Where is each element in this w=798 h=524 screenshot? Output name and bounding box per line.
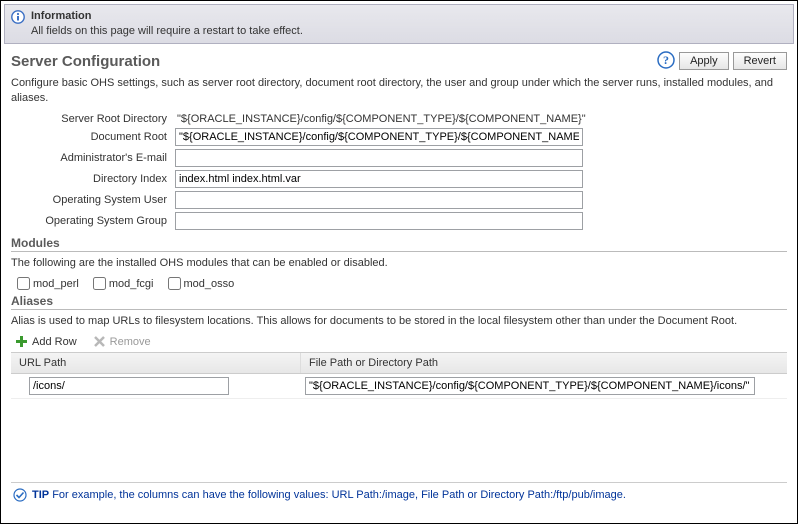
modules-note: The following are the installed OHS modu… [11, 256, 787, 271]
server-root-value: "${ORACLE_INSTANCE}/config/${COMPONENT_T… [175, 113, 583, 125]
form-grid: Server Root Directory "${ORACLE_INSTANCE… [11, 113, 787, 230]
page-header: Server Configuration ? Apply Revert [11, 51, 787, 72]
remove-button: Remove [93, 335, 151, 348]
mod-perl-label: mod_perl [33, 278, 79, 290]
mod-osso-label: mod_osso [184, 278, 235, 290]
alias-table-body[interactable] [11, 374, 787, 482]
svg-text:?: ? [663, 53, 669, 67]
tip-icon [13, 488, 27, 506]
document-root-input[interactable] [175, 128, 583, 146]
os-user-input[interactable] [175, 191, 583, 209]
info-icon [11, 10, 25, 27]
os-group-label: Operating System Group [11, 215, 169, 227]
help-icon[interactable]: ? [657, 51, 675, 72]
os-user-label: Operating System User [11, 194, 169, 206]
page-description: Configure basic OHS settings, such as se… [11, 76, 787, 106]
os-group-input[interactable] [175, 212, 583, 230]
revert-button[interactable]: Revert [733, 52, 787, 70]
alias-table: URL Path File Path or Directory Path [11, 352, 787, 483]
info-bar: Information All fields on this page will… [4, 4, 794, 44]
url-path-input[interactable] [29, 377, 229, 395]
page-title: Server Configuration [11, 53, 160, 70]
modules-header: Modules [11, 236, 787, 252]
aliases-header: Aliases [11, 294, 787, 310]
module-mod-fcgi[interactable]: mod_fcgi [93, 277, 154, 290]
add-row-label: Add Row [32, 336, 77, 348]
apply-button[interactable]: Apply [679, 52, 729, 70]
module-mod-osso[interactable]: mod_osso [168, 277, 235, 290]
tip-row: TIP For example, the columns can have th… [11, 483, 787, 508]
add-row-button[interactable]: Add Row [15, 335, 77, 348]
admin-email-label: Administrator's E-mail [11, 152, 169, 164]
info-message: All fields on this page will require a r… [31, 24, 303, 39]
admin-email-input[interactable] [175, 149, 583, 167]
remove-icon [93, 335, 106, 348]
directory-index-input[interactable] [175, 170, 583, 188]
mod-fcgi-checkbox[interactable] [93, 277, 106, 290]
tip-label: TIP [32, 489, 49, 501]
tip-text[interactable]: For example, the columns can have the fo… [52, 489, 626, 501]
table-row[interactable] [11, 374, 787, 399]
file-path-input[interactable] [305, 377, 755, 395]
info-title: Information [31, 9, 303, 24]
alias-toolbar: Add Row Remove [11, 331, 787, 352]
module-mod-perl[interactable]: mod_perl [17, 277, 79, 290]
plus-icon [15, 335, 28, 348]
mod-perl-checkbox[interactable] [17, 277, 30, 290]
mod-osso-checkbox[interactable] [168, 277, 181, 290]
url-path-header: URL Path [11, 353, 301, 373]
server-root-label: Server Root Directory [11, 113, 169, 125]
file-path-header: File Path or Directory Path [301, 353, 787, 373]
remove-label: Remove [110, 336, 151, 348]
directory-index-label: Directory Index [11, 173, 169, 185]
mod-fcgi-label: mod_fcgi [109, 278, 154, 290]
document-root-label: Document Root [11, 131, 169, 143]
aliases-note: Alias is used to map URLs to filesystem … [11, 314, 787, 329]
